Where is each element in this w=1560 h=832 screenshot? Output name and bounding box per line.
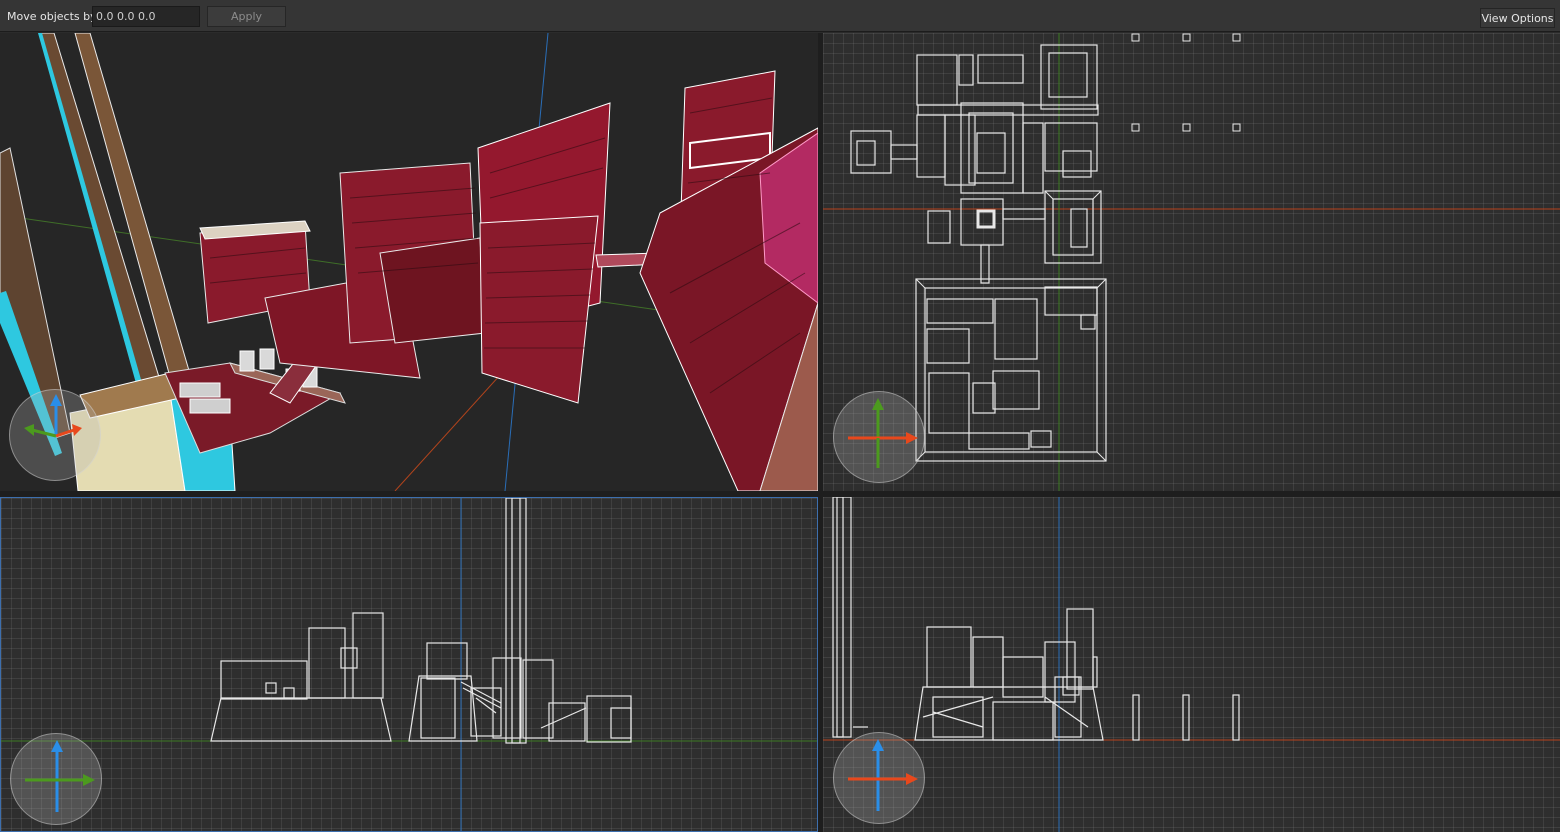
front-axis-gizmo[interactable] [10,733,102,825]
perspective-scene [0,33,818,491]
axis-gizmo-icon [848,739,918,811]
move-offset-input[interactable] [92,6,200,27]
axis-gizmo-icon [848,398,918,468]
horizontal-splitter[interactable] [0,491,1560,497]
apply-button[interactable]: Apply [207,6,286,27]
move-objects-label: Move objects by [7,10,97,23]
top-axis-gizmo[interactable] [833,391,925,483]
side-viewport[interactable] [823,497,1560,832]
side-wireframe [823,497,1560,832]
side-axis-gizmo[interactable] [833,732,925,824]
axis-gizmo-icon [25,740,95,812]
perspective-viewport[interactable] [0,33,818,491]
top-wireframe [823,33,1560,491]
view-options-button[interactable]: View Options [1480,8,1555,28]
top-viewport[interactable] [823,33,1560,491]
vertical-splitter[interactable] [818,33,823,832]
toolbar: Move objects by Apply View Options [0,0,1560,32]
front-viewport[interactable] [0,497,818,832]
axis-gizmo-icon [24,394,82,438]
front-wireframe [1,498,817,831]
perspective-axis-gizmo[interactable] [9,389,101,481]
